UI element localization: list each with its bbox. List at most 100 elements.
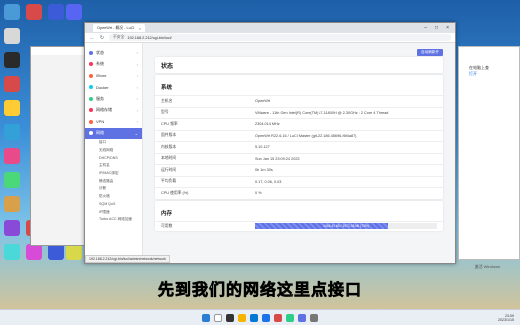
info-row: 型号 VMware - 11th Gen Intel(R) Core(TM) i7… <box>155 106 443 119</box>
minimize-icon[interactable]: – <box>424 25 427 31</box>
window-controls: – □ × <box>424 25 455 31</box>
app-icon[interactable] <box>274 313 282 322</box>
menu-icon <box>89 50 93 55</box>
info-row: 平均负载 0.17, 0.06, 0.03 <box>155 175 443 188</box>
sidebar-item[interactable]: Docker › <box>85 82 142 94</box>
refresh-icon[interactable]: ↻ <box>99 35 105 41</box>
menu-icon <box>89 108 93 113</box>
auto-refresh-button[interactable]: 自动刷新开 <box>417 49 443 56</box>
info-key: 型号 <box>161 110 169 115</box>
sidebar-subitem[interactable]: IP/MAC绑定 <box>85 170 142 178</box>
sidebar-item-label: Docker <box>96 84 109 90</box>
info-key: 运行时间 <box>161 167 177 172</box>
sidebar-item-label: iStore <box>96 73 107 79</box>
status-card: 状态 <box>155 57 443 73</box>
sidebar-subitem[interactable]: 防火墙 <box>85 193 142 201</box>
desktop-icon[interactable] <box>4 220 20 236</box>
desktop-icon[interactable] <box>4 4 20 20</box>
desktop-icon[interactable] <box>4 172 20 188</box>
maximize-icon[interactable]: □ <box>435 25 438 31</box>
info-key: CPU 使用率 (%) <box>161 190 189 195</box>
info-row: CPU 使用率 (%) 0 % <box>155 187 443 199</box>
info-key: 内核版本 <box>161 144 177 149</box>
sidebar-subitem[interactable]: IP限速 <box>85 208 142 216</box>
url-input[interactable]: 不安全 192.168.2.212/cgi-bin/luci/ <box>109 34 451 41</box>
sidebar-subitem[interactable]: 接口 <box>85 139 142 147</box>
main-panel: 自动刷新开 状态 系统 主机名 OpenWrt 型号 VMware - 11th Ge… <box>143 43 455 263</box>
sidebar-item[interactable]: 系统 › <box>85 59 142 71</box>
side-window-link[interactable]: 打开 <box>469 71 519 77</box>
side-window[interactable]: 在电脑上查 打开 <box>458 46 520 260</box>
activate-windows-text: 激活 Windows <box>474 264 500 269</box>
status-url: 192.168.2.212/cgi-bin/luci/admin/network… <box>85 255 170 263</box>
sidebar-subitem[interactable]: SQM QoS <box>85 201 142 209</box>
sidebar-subitem[interactable]: 诊断 <box>85 185 142 193</box>
info-value: Sun Jan 15 23:09:24 2023 <box>255 156 300 161</box>
start-icon[interactable] <box>202 313 210 322</box>
desktop-icon[interactable] <box>4 52 20 68</box>
chevron-icon: › <box>136 96 138 102</box>
chevron-icon: › <box>136 119 138 125</box>
desktop-icon[interactable] <box>66 244 82 260</box>
desktop-icon[interactable] <box>26 244 42 260</box>
close-window-icon[interactable]: × <box>446 25 449 31</box>
sidebar-item[interactable]: 网络 ⌄ <box>85 127 142 139</box>
tray-date: 2023/1/15 <box>498 318 514 322</box>
browser-window[interactable]: OpenWrt - 概况 - LuCI × – □ × ← ↻ 不安全 192.… <box>84 22 456 264</box>
back-icon[interactable]: ← <box>89 35 95 41</box>
info-key: 本地时间 <box>161 156 177 161</box>
info-key: 固件版本 <box>161 133 177 138</box>
insecure-badge[interactable]: 不安全 <box>113 35 124 40</box>
desktop-icon[interactable] <box>66 4 82 20</box>
edge-icon[interactable] <box>250 313 258 322</box>
sidebar-item[interactable]: 服务 › <box>85 93 142 105</box>
info-value: 0.17, 0.06, 0.03 <box>255 179 282 184</box>
desktop-icon[interactable] <box>4 76 20 92</box>
browser-tab[interactable]: OpenWrt - 概况 - LuCI × <box>93 24 145 32</box>
info-value: 0h 1m 30s <box>255 168 273 173</box>
desktop-icon[interactable] <box>4 244 20 260</box>
info-value: OpenWrt <box>255 99 271 104</box>
app-icon[interactable] <box>298 313 306 322</box>
desktop-icon[interactable] <box>4 196 20 212</box>
video-subtitle: 先到我们的网络这里点接口 <box>157 282 362 300</box>
sidebar-subitem[interactable]: 无线网络 <box>85 147 142 155</box>
desktop-icon[interactable] <box>4 100 20 116</box>
file-explorer-icon[interactable] <box>238 313 246 322</box>
info-value: 0 % <box>255 191 262 196</box>
info-key: 主机名 <box>161 98 173 103</box>
sidebar-subitem[interactable]: 主机名 <box>85 162 142 170</box>
file-explorer-window[interactable] <box>30 46 90 246</box>
sidebar-subitem[interactable]: 静态路由 <box>85 177 142 185</box>
menu-icon <box>89 73 93 78</box>
info-value: 5.10.127 <box>255 145 270 150</box>
desktop-icon[interactable] <box>4 124 20 140</box>
desktop-icon[interactable] <box>4 28 20 44</box>
search-icon[interactable] <box>214 313 222 322</box>
sidebar-item[interactable]: VPN › <box>85 116 142 128</box>
address-bar: ← ↻ 不安全 192.168.2.212/cgi-bin/luci/ <box>85 33 455 43</box>
chevron-icon: › <box>136 61 138 67</box>
taskbar: 23:09 2023/1/15 <box>0 309 520 325</box>
sidebar-item[interactable]: iStore › <box>85 70 142 82</box>
sidebar-subitem[interactable]: Turbo ACC 网络加速 <box>85 216 142 224</box>
app-icon[interactable] <box>310 313 318 322</box>
sidebar-item-label: 状态 <box>96 49 104 55</box>
desktop-icon[interactable] <box>48 244 64 260</box>
desktop-icon[interactable] <box>48 4 64 20</box>
sidebar-item-label: VPN <box>96 119 105 125</box>
menu-icon <box>89 85 93 90</box>
chrome-icon[interactable] <box>262 313 270 322</box>
close-icon[interactable]: × <box>139 26 141 31</box>
info-row: 固件版本 OpenWrt R22.6.16 / LuCI Master (git-… <box>155 129 443 142</box>
chevron-icon: › <box>136 50 138 56</box>
app-icon[interactable] <box>286 313 294 322</box>
desktop-icon[interactable] <box>4 148 20 164</box>
task-view-icon[interactable] <box>226 313 234 322</box>
sidebar-subitem[interactable]: DHCP/DNS <box>85 154 142 162</box>
sidebar-item[interactable]: 网络存储 › <box>85 105 142 117</box>
memory-label: 可用数 <box>161 223 173 228</box>
desktop-icon[interactable] <box>26 4 42 20</box>
system-tray[interactable]: 23:09 2023/1/15 <box>498 314 514 322</box>
sidebar-item[interactable]: 状态 › <box>85 47 142 59</box>
